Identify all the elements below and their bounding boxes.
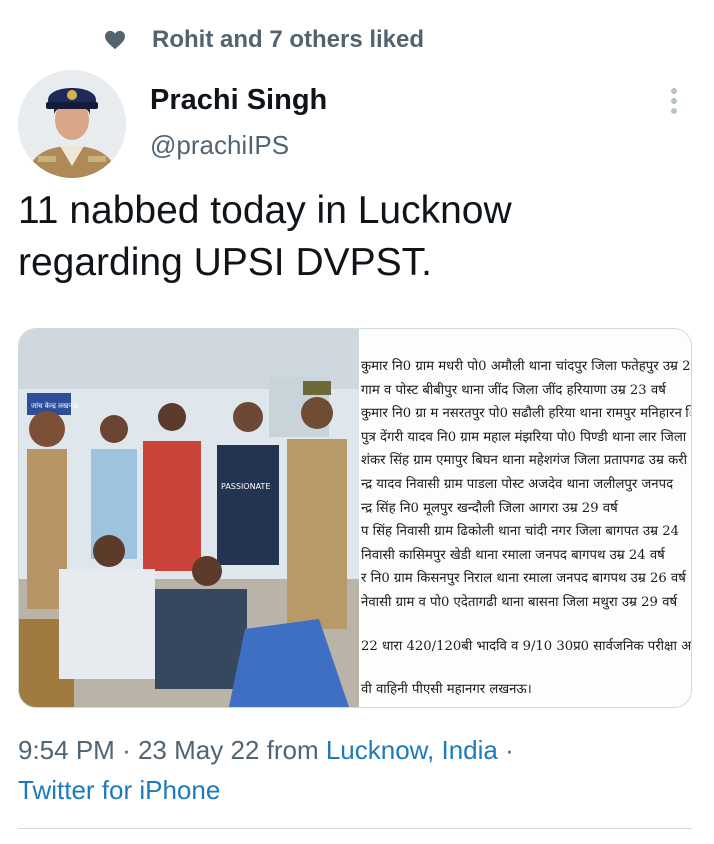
- document-line: प सिंह निवासी ग्राम ढिकोली थाना चांदी नग…: [361, 524, 679, 540]
- tweet-text: 11 nabbed today in Lucknow regarding UPS…: [18, 189, 512, 284]
- arrest-photo[interactable]: जांच केन्द्र लखनऊ PASSIONATE: [19, 329, 359, 707]
- tweet-time[interactable]: 9:54 PM: [18, 735, 115, 765]
- avatar[interactable]: [18, 70, 126, 178]
- divider: [18, 828, 692, 829]
- document-line: कुमार नि0 ग्रा म नसरतपुर पो0 सढौली हरिया…: [361, 406, 691, 422]
- media-container[interactable]: जांच केन्द्र लखनऊ PASSIONATE कुमार नि0 ग…: [18, 328, 692, 708]
- document-image[interactable]: कुमार नि0 ग्राम मधरी पो0 अमौली थाना चांद…: [361, 329, 691, 707]
- document-line: पुत्र देंगरी यादव नि0 ग्राम महाल मंझरिया…: [361, 429, 687, 445]
- photo-sign-text: जांच केन्द्र लखनऊ: [31, 401, 79, 410]
- document-line: शंकर सिंह ग्राम एमापुर बिघन थाना महेशगंज…: [361, 453, 688, 469]
- more-options-icon[interactable]: [662, 86, 686, 116]
- document-line: ‍22 धारा 420/120बी भादवि व 9/10 30प्र0 स…: [361, 638, 691, 654]
- from-label: from: [266, 735, 319, 765]
- document-line: कुमार नि0 ग्राम मधरी पो0 अमौली थाना चांद…: [361, 359, 691, 374]
- document-line: नेवासी ग्राम व पो0 एदेतागढी थाना बासना ज…: [361, 594, 678, 610]
- tweet-date[interactable]: 23 May 22: [138, 735, 259, 765]
- avatar-image: [18, 70, 126, 178]
- location-link[interactable]: Lucknow, India: [326, 735, 498, 765]
- author-name[interactable]: Prachi Singh: [150, 84, 327, 117]
- social-context-text: Rohit and 7 others liked: [152, 26, 425, 53]
- document-line: र नि0 ग्राम किसनपुर निराल थाना रमाला जनप…: [361, 571, 686, 587]
- meta-separator: ·: [505, 735, 514, 765]
- tweet-metadata: 9:54 PM · 23 May 22 from Lucknow, India …: [18, 730, 698, 810]
- document-line: न्द्र सिंह नि0 मूलपुर खन्दौली जिला आगरा …: [361, 500, 618, 516]
- source-link[interactable]: Twitter for iPhone: [18, 775, 220, 805]
- document-line: वी वाहिनी पीएसी महानगर लखनऊ।: [361, 682, 532, 698]
- document-line: न्द्र यादव निवासी ग्राम पाडला पोस्ट अजदे…: [361, 476, 674, 492]
- meta-separator: ·: [122, 735, 131, 765]
- document-line: निवासी कासिमपुर खेडी थाना रमाला जनपद बाग…: [361, 547, 665, 563]
- social-context[interactable]: Rohit and 7 others liked: [104, 24, 424, 56]
- author-handle[interactable]: @prachiIPS: [150, 130, 289, 161]
- document-line: गाम व पोस्ट बीबीपुर थाना जींद जिला जींद …: [361, 382, 666, 398]
- tshirt-text: PASSIONATE: [221, 482, 270, 491]
- heart-icon: [105, 30, 125, 50]
